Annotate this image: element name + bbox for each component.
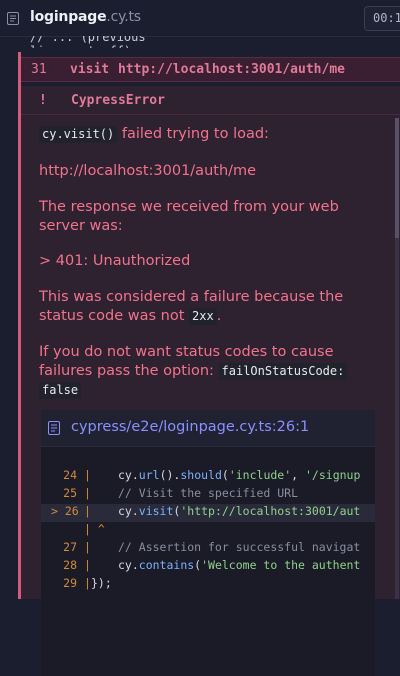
line-number: 24: [63, 468, 77, 482]
line-source: cy.url().should('include', '/signup: [118, 468, 360, 482]
error-header: ! CypressError: [21, 86, 400, 115]
error-url: http://localhost:3001/auth/me: [39, 163, 257, 179]
code-line: 25 | // Visit the specified URL: [41, 486, 375, 504]
code-token: '/signup: [305, 468, 361, 482]
code-token: contains: [138, 558, 195, 572]
code-line: 28 | cy.contains('Welcome to the authent: [41, 558, 375, 576]
inline-code: cy.visit(): [39, 126, 118, 143]
error-status: > 401: Unauthorized: [39, 253, 191, 269]
line-gutter: |: [84, 504, 91, 518]
error-type: CypressError: [71, 93, 165, 108]
previous-command-text: // ... (previous line, cut off): [30, 36, 146, 48]
command-log-row[interactable]: 31 visit http://localhost:3001/auth/me: [21, 57, 400, 82]
code-token: visit: [138, 504, 174, 518]
code-line: 29 |});: [41, 576, 375, 594]
failure-end: .: [216, 308, 222, 324]
line-gutter: | ^: [84, 522, 105, 536]
scrollbar[interactable]: [395, 118, 399, 599]
code-token: cy.: [118, 468, 139, 482]
spec-title-ext: .cy.ts: [106, 9, 141, 25]
line-gutter: |: [84, 576, 91, 590]
error-panel: ! CypressError cy.visit() failed trying …: [21, 86, 400, 676]
line-source: cy.contains('Welcome to the authent: [118, 558, 360, 572]
line-number: 27: [63, 540, 77, 554]
inline-code: 2xx: [189, 308, 217, 325]
line-source: // Assertion for successful navigat: [118, 540, 360, 554]
code-frame-header[interactable]: cypress/e2e/loginpage.cy.ts:26:1: [41, 410, 375, 447]
error-option-text: If you do not want status codes to cause…: [39, 343, 369, 400]
code-token: 'http://localhost:3001/aut: [180, 504, 361, 518]
code-token: ().: [159, 468, 181, 482]
line-gutter: |: [84, 468, 91, 482]
code-token: // Visit the specified URL: [118, 486, 299, 500]
code-token: // Assertion for successful navigat: [118, 540, 361, 554]
inline-code: false: [39, 382, 82, 399]
command-url: http://localhost:3001/auth/me: [118, 62, 345, 77]
code-token: cy.: [118, 558, 139, 572]
spec-header: loginpage.cy.ts 00:12: [0, 0, 400, 37]
error-response-text: The response we received from your web s…: [39, 199, 339, 234]
line-number: 28: [63, 558, 77, 572]
duration-text: 00:12: [373, 11, 400, 25]
error-message-line1: cy.visit() failed trying to load:: [39, 125, 269, 144]
spec-title[interactable]: loginpage.cy.ts: [30, 9, 141, 25]
inline-code: failOnStatusCode:: [218, 363, 348, 380]
previous-command-cutoff: // ... (previous line, cut off): [30, 36, 170, 48]
line-number: > 26: [51, 504, 79, 518]
line-source: // Visit the specified URL: [118, 486, 298, 500]
code-line: 24 | cy.url().should('include', '/signup: [41, 468, 375, 486]
code-line-highlighted: > 26 | cy.visit('http://localhost:3001/aut: [41, 504, 375, 522]
line-number: 25: [63, 486, 77, 500]
code-frame: cypress/e2e/loginpage.cy.ts:26:1 24 | cy.u…: [41, 410, 375, 676]
command-name: visit: [70, 62, 110, 77]
code-token: cy.: [118, 504, 139, 518]
file-document-icon: [7, 12, 19, 25]
line-gutter: |: [84, 558, 91, 572]
code-token: ,: [291, 468, 305, 482]
code-token: 'Welcome to the authent: [201, 558, 361, 572]
code-token: 'include': [228, 468, 292, 482]
line-number: 29: [63, 576, 77, 590]
error-icon: !: [39, 93, 47, 108]
code-line: | ^: [41, 522, 375, 540]
code-token: should: [180, 468, 222, 482]
command-number: 31: [31, 62, 47, 77]
duration-badge: 00:12: [364, 6, 400, 31]
code-line: 27 | // Assertion for successful navigat: [41, 540, 375, 558]
line-source: cy.visit('http://localhost:3001/aut: [118, 504, 360, 518]
code-token: url: [138, 468, 160, 482]
error-failure-text: This was considered a failure because th…: [39, 288, 369, 326]
code-token: (: [221, 468, 229, 482]
spec-title-main: loginpage: [30, 9, 107, 25]
line-gutter: |: [84, 486, 91, 500]
line-gutter: |: [84, 540, 91, 554]
code-token: });: [91, 576, 112, 590]
scrollbar-thumb[interactable]: [395, 118, 399, 238]
line-source: });: [91, 576, 112, 590]
error-text: failed trying to load:: [117, 126, 269, 142]
code-frame-path[interactable]: cypress/e2e/loginpage.cy.ts:26:1: [71, 419, 309, 435]
file-document-icon: [48, 421, 60, 435]
